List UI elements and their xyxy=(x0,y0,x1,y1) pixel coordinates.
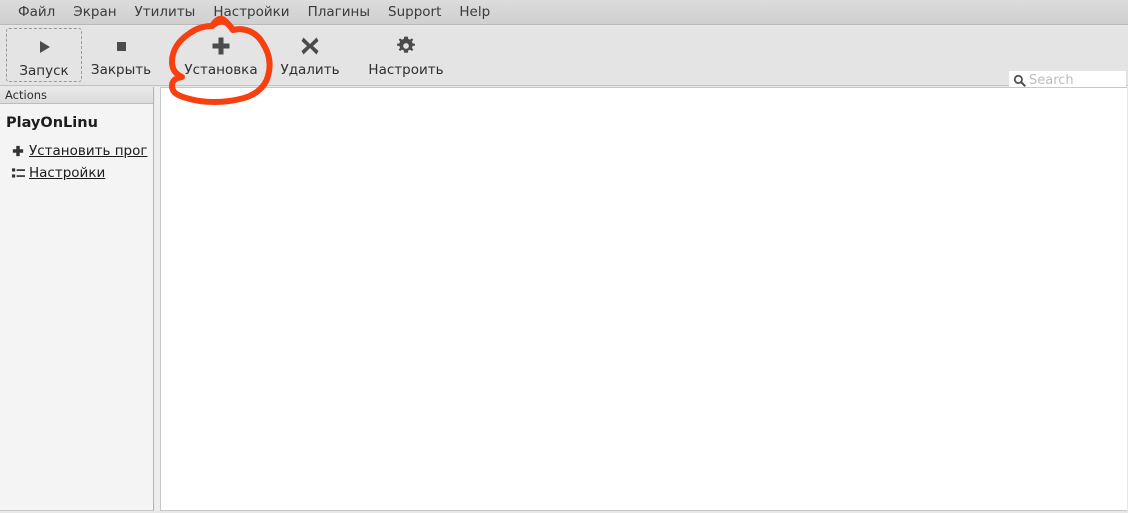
plus-icon xyxy=(210,33,232,59)
sidebar-item-install-program[interactable]: Установить прог xyxy=(0,140,153,162)
menu-item-help[interactable]: Help xyxy=(450,0,499,24)
stop-icon xyxy=(112,33,130,59)
configure-button[interactable]: Настроить xyxy=(360,28,452,82)
search-icon xyxy=(1009,74,1029,87)
playonlinux-window: Файл Экран Утилиты Настройки Плагины Sup… xyxy=(0,0,1128,513)
run-button-label: Запуск xyxy=(19,63,69,79)
menu-item-plugins[interactable]: Плагины xyxy=(299,0,379,24)
program-list-area[interactable] xyxy=(160,87,1127,511)
sidebar-header: Actions xyxy=(0,87,153,104)
menu-item-settings[interactable]: Настройки xyxy=(204,0,298,24)
sidebar-item-settings-label: Настройки xyxy=(29,165,106,181)
actions-sidebar: Actions PlayOnLinu Установить прог Настр… xyxy=(0,87,154,511)
close-x-icon xyxy=(299,33,321,59)
close-button-label: Закрыть xyxy=(90,62,152,78)
install-button[interactable]: Установка xyxy=(173,28,269,82)
toolbar: Запуск Закрыть Установка Удалить Настрои… xyxy=(0,26,1128,90)
sidebar-item-settings[interactable]: Настройки xyxy=(0,162,153,184)
configure-button-label: Настроить xyxy=(368,62,444,78)
close-button[interactable]: Закрыть xyxy=(85,28,157,82)
sidebar-app-title: PlayOnLinu xyxy=(6,115,98,131)
remove-button[interactable]: Удалить xyxy=(272,28,348,82)
menu-bar: Файл Экран Утилиты Настройки Плагины Sup… xyxy=(0,0,1128,25)
install-button-label: Установка xyxy=(184,62,258,78)
sidebar-item-install-program-label: Установить прог xyxy=(29,143,148,159)
list-settings-icon xyxy=(12,167,29,179)
plus-icon xyxy=(12,145,29,157)
play-icon xyxy=(35,34,53,60)
menu-item-support[interactable]: Support xyxy=(379,0,450,24)
sidebar-links: Установить прог Настройки xyxy=(0,131,153,184)
menu-item-utils[interactable]: Утилиты xyxy=(126,0,205,24)
menu-item-screen[interactable]: Экран xyxy=(64,0,125,24)
sidebar-header-label: Actions xyxy=(5,87,48,102)
menu-item-file[interactable]: Файл xyxy=(9,0,64,24)
gear-icon xyxy=(395,33,417,59)
remove-button-label: Удалить xyxy=(280,62,340,78)
run-button[interactable]: Запуск xyxy=(6,28,82,82)
